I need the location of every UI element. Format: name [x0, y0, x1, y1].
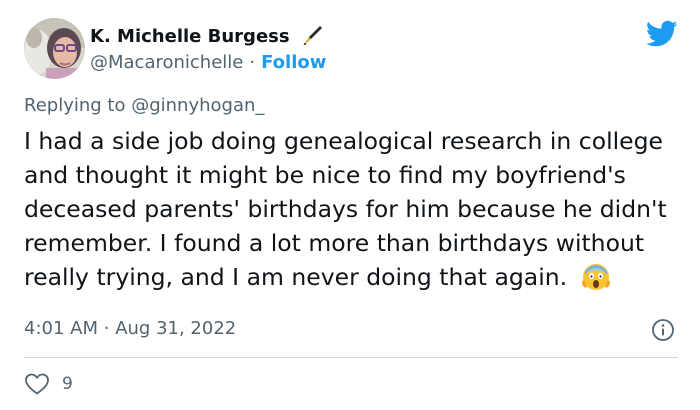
tweet-card: K. Michelle Burgess @Macaronichelle · Fo…: [0, 0, 700, 410]
author-handle[interactable]: @Macaronichelle: [90, 52, 243, 73]
tweet-date: Aug 31, 2022: [115, 318, 237, 339]
face-screaming-in-fear-icon: [581, 261, 611, 291]
tweet-text-block: I had a side job doing genealogical rese…: [24, 124, 674, 294]
follow-button[interactable]: Follow: [261, 52, 326, 73]
twitter-bird-icon[interactable]: [645, 20, 678, 48]
avatar[interactable]: [24, 18, 85, 79]
timestamp[interactable]: 4:01 AM · Aug 31, 2022: [24, 318, 236, 339]
heart-icon[interactable]: [24, 372, 50, 396]
tweet-time: 4:01 AM: [24, 318, 98, 339]
like-count: 9: [62, 374, 73, 394]
tweet-actions: 9: [24, 371, 73, 397]
replying-to-line: Replying to @ginnyhogan_: [24, 95, 264, 116]
info-icon[interactable]: [651, 318, 675, 342]
fountain-pen-icon: [300, 24, 324, 48]
tweet-text: I had a side job doing genealogical rese…: [24, 127, 667, 291]
author-name-row: K. Michelle Burgess: [90, 24, 324, 48]
author-handle-row: @Macaronichelle · Follow: [90, 50, 326, 74]
replying-to-handle[interactable]: @ginnyhogan_: [131, 95, 264, 116]
timestamp-separator: ·: [103, 318, 110, 339]
handle-separator: ·: [249, 51, 256, 73]
replying-to-prefix: Replying to: [24, 95, 126, 116]
avatar-image: [24, 18, 85, 79]
author-display-name[interactable]: K. Michelle Burgess: [90, 26, 290, 47]
divider: [24, 357, 678, 358]
